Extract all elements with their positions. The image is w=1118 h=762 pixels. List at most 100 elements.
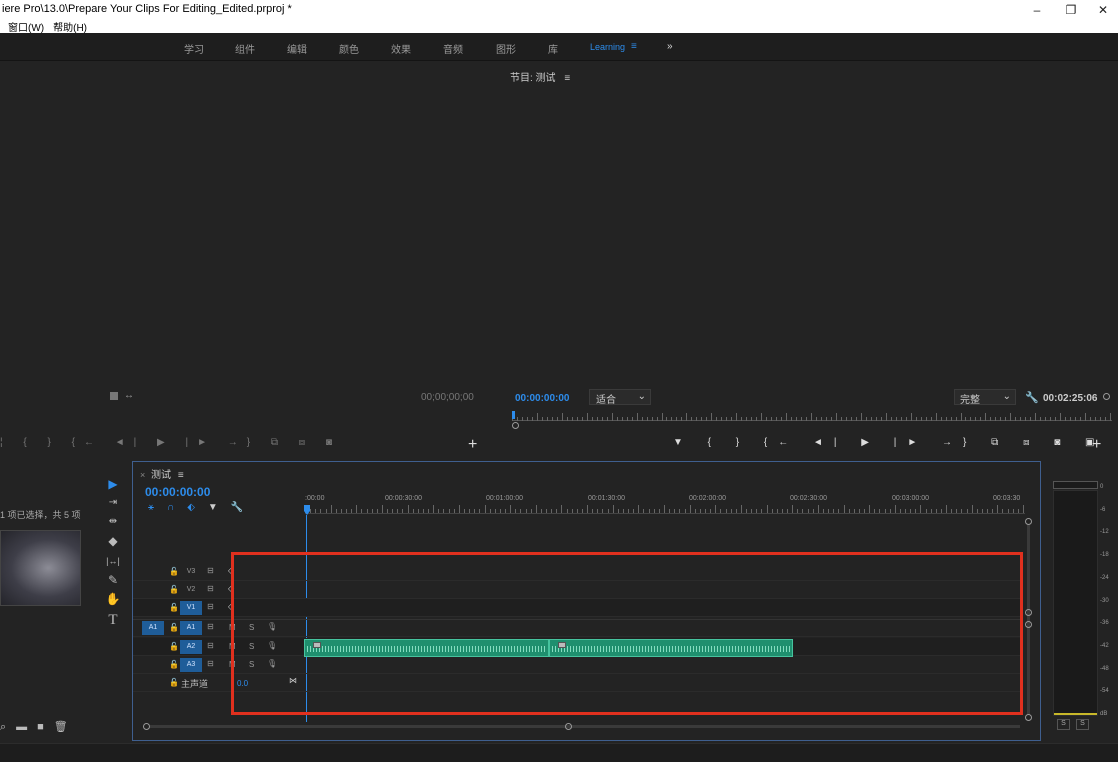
track-target-a2[interactable]: A2 — [180, 640, 202, 654]
lock-icon[interactable]: 🔓 — [169, 623, 179, 632]
meter-solo-left[interactable]: S — [1057, 719, 1070, 730]
vertical-split-handle-bottom[interactable] — [1025, 621, 1032, 628]
ruler-tick — [696, 417, 697, 421]
ruler-tick — [577, 509, 578, 513]
workspace-tab-audio[interactable]: 音频 — [443, 41, 463, 56]
more-workspaces-button[interactable]: » — [667, 41, 673, 52]
ruler-tick — [905, 509, 906, 513]
track-select-tool-icon[interactable]: ⇥ — [104, 495, 122, 511]
type-tool-icon[interactable]: T — [104, 612, 122, 628]
vertical-zoom-handle-bottom[interactable] — [1025, 714, 1032, 721]
minimize-button[interactable]: – — [1028, 2, 1046, 18]
selection-tool-icon[interactable]: ▶ — [104, 476, 122, 492]
ruler-tick — [854, 509, 855, 513]
lock-icon[interactable]: 🔓 — [169, 585, 179, 594]
track-output-icon[interactable]: ⊟ — [207, 602, 214, 611]
track-output-icon[interactable]: ⊟ — [207, 659, 214, 668]
ruler-tick — [633, 509, 634, 513]
ruler-tick — [500, 509, 501, 513]
timeline-tab-label[interactable]: 测试 — [151, 470, 171, 481]
ruler-tick — [781, 417, 782, 421]
insert-overlay-icon[interactable]: ↔ — [124, 390, 134, 401]
lock-icon[interactable]: 🔓 — [169, 603, 179, 612]
ruler-tick — [464, 509, 465, 513]
project-footer-icons[interactable]: ⌕▬■🗑 — [0, 720, 78, 734]
clip-thumbnail[interactable] — [0, 530, 81, 606]
program-tab-label[interactable]: 节目: 测试 — [510, 73, 556, 84]
close-icon[interactable]: × — [140, 470, 145, 480]
program-menu-icon[interactable]: ≡ — [564, 73, 570, 84]
zoom-handle-right[interactable] — [1103, 393, 1110, 400]
workspace-tab-graphics[interactable]: 图形 — [496, 41, 516, 56]
workspace-tab-color[interactable]: 颜色 — [339, 41, 359, 56]
track-target-v2[interactable]: V2 — [180, 583, 202, 597]
razor-tool-icon[interactable]: ◆ — [104, 533, 122, 549]
workspace-tab-learning[interactable]: Learning — [590, 42, 625, 52]
ruler-tick — [701, 417, 702, 421]
time-ruler[interactable]: :00:00 00:00:30:00 00:01:00:00 00:01:30:… — [305, 495, 1025, 515]
ruler-tick — [310, 509, 311, 513]
workspace-menu-icon[interactable]: ≡ — [631, 41, 637, 52]
ripple-edit-tool-icon[interactable]: ⇹ — [104, 514, 122, 530]
source-patch-a1[interactable]: A1 — [142, 621, 164, 635]
track-output-icon[interactable]: ⊟ — [207, 641, 214, 650]
timeline-timecode[interactable]: 00:00:00:00 — [145, 485, 210, 499]
horizontal-zoom-handle-left[interactable] — [143, 723, 150, 730]
workspace-tab-libraries[interactable]: 库 — [548, 41, 558, 56]
lock-icon[interactable]: 🔓 — [169, 567, 179, 576]
ruler-tick — [567, 509, 568, 513]
ruler-tick — [315, 509, 316, 513]
ruler-tick — [920, 505, 921, 513]
ruler-tick — [741, 505, 742, 513]
timeline-menu-icon[interactable]: ≡ — [178, 470, 184, 481]
add-button-icon[interactable]: + — [468, 436, 477, 454]
ruler-tick — [561, 505, 562, 513]
add-button-icon[interactable]: + — [1092, 436, 1101, 454]
track-output-icon[interactable]: ⊟ — [207, 566, 214, 575]
slip-tool-icon[interactable]: |↔| — [104, 553, 122, 569]
horizontal-scrollbar[interactable] — [150, 725, 1020, 728]
meter-solo-right[interactable]: S — [1076, 719, 1089, 730]
track-target-a1[interactable]: A1 — [180, 621, 202, 635]
vertical-scrollbar[interactable] — [1027, 525, 1030, 715]
vertical-split-handle-top[interactable] — [1025, 609, 1032, 616]
lock-icon[interactable]: 🔓 — [169, 660, 179, 669]
program-transport-controls[interactable]: ▼ { } {← ◄| ▶ |► →} ⧉ ⧈ ◙ ▣ — [673, 437, 1106, 448]
zoom-handle-left[interactable] — [512, 422, 519, 429]
ruler-tick — [690, 505, 691, 513]
workspace-tab-effects[interactable]: 效果 — [391, 41, 411, 56]
fit-dropdown[interactable]: 适合 ⌄ — [589, 389, 651, 406]
wrench-icon[interactable]: 🔧 — [1025, 391, 1039, 404]
vertical-zoom-handle[interactable] — [1025, 518, 1032, 525]
program-scrubber[interactable] — [512, 413, 1112, 421]
track-target-a3[interactable]: A3 — [180, 658, 202, 672]
track-output-icon[interactable]: ⊟ — [207, 622, 214, 631]
title-bar: iere Pro\13.0\Prepare Your Clips For Edi… — [0, 0, 1118, 34]
track-output-icon[interactable]: ⊟ — [207, 584, 214, 593]
quality-dropdown[interactable]: 完整 ⌄ — [954, 389, 1016, 406]
ruler-tick — [681, 417, 682, 421]
program-playhead[interactable] — [512, 411, 515, 419]
hand-tool-icon[interactable]: ✋ — [104, 591, 122, 607]
workspace-tab-editing[interactable]: 编辑 — [287, 41, 307, 56]
workspace-tab-assembly[interactable]: 组件 — [235, 41, 255, 56]
pen-tool-icon[interactable]: ✎ — [104, 572, 122, 588]
lock-icon[interactable]: 🔓 — [169, 642, 179, 651]
workspace-tab-learn[interactable]: 学习 — [184, 41, 204, 56]
horizontal-scroll-thumb[interactable] — [565, 723, 572, 730]
timeline-toolbar[interactable]: ⚹∩⬖▼🔧 — [148, 502, 256, 513]
ruler-tick — [449, 509, 450, 513]
ruler-tick — [632, 417, 633, 421]
restore-button[interactable]: ❐ — [1062, 2, 1080, 18]
track-target-v3[interactable]: V3 — [180, 565, 202, 579]
ruler-tick — [995, 417, 996, 421]
close-button[interactable]: ✕ — [1094, 2, 1112, 18]
program-timecode[interactable]: 00:00:00:00 — [515, 393, 569, 404]
source-transport-controls[interactable]: ¦ { } {← ◄| ▶ |► →} ⧉ ⧈ ◙ — [0, 437, 341, 448]
settings-icon[interactable] — [110, 392, 118, 400]
ruler-tick — [577, 417, 578, 421]
track-target-v1[interactable]: V1 — [180, 601, 202, 615]
ruler-tick — [700, 509, 701, 513]
lock-icon[interactable]: 🔓 — [169, 678, 179, 687]
ruler-tick — [786, 413, 787, 421]
